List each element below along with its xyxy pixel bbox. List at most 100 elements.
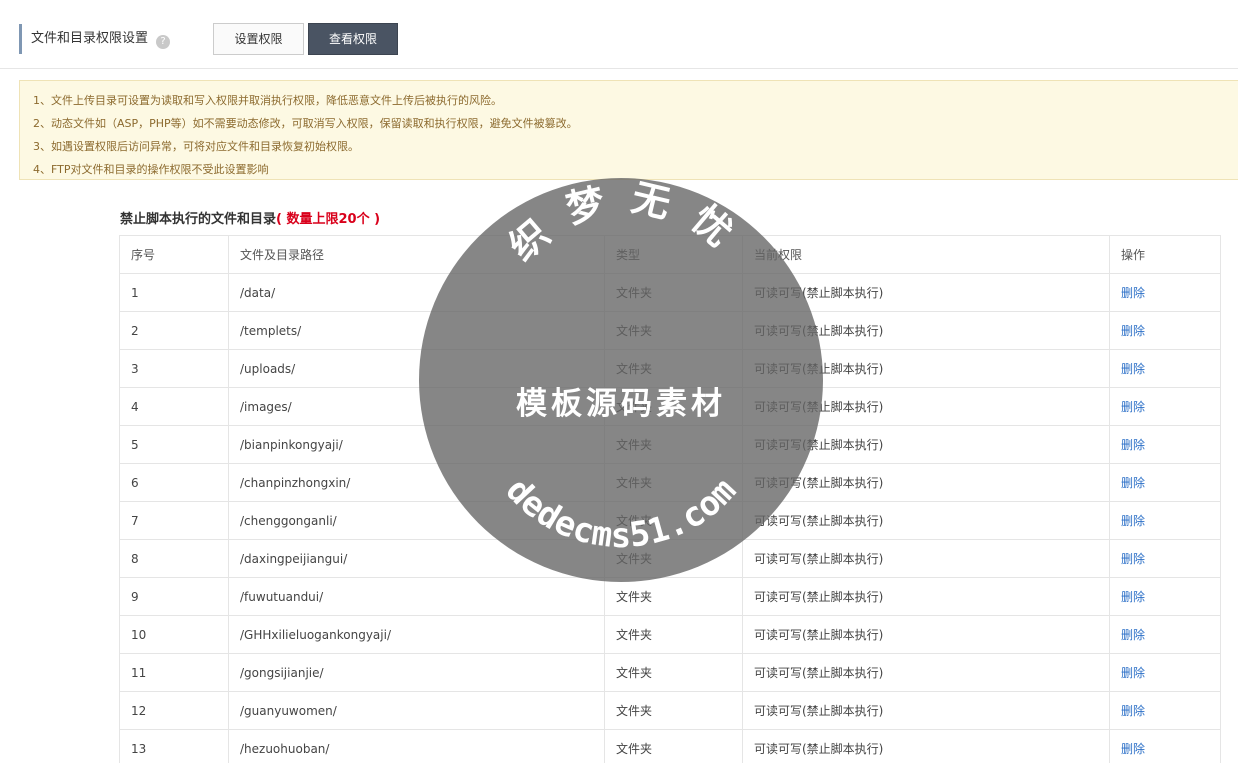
row-type: 文件夹 (616, 742, 653, 756)
row-type: 文件夹 (616, 514, 653, 528)
row-index: 8 (131, 551, 139, 566)
table-cell: 文件夹 (604, 615, 743, 654)
delete-link[interactable]: 删除 (1121, 400, 1145, 414)
row-path: /bianpinkongyaji/ (240, 437, 343, 452)
delete-link[interactable]: 删除 (1121, 362, 1145, 376)
row-permission: 可读可写(禁止脚本执行) (754, 514, 884, 528)
table-cell: 可读可写(禁止脚本执行) (742, 349, 1110, 388)
table-cell: 删除 (1109, 425, 1221, 464)
table-cell: /GHHxilieluogankongyaji/ (228, 615, 605, 654)
delete-link[interactable]: 删除 (1121, 514, 1145, 528)
set-permission-button[interactable]: 设置权限 (213, 23, 304, 55)
table-cell: 删除 (1109, 691, 1221, 730)
row-path: /chanpinzhongxin/ (240, 475, 351, 490)
limit-note: ( 数量上限20个 ) (276, 212, 381, 227)
delete-link[interactable]: 删除 (1121, 324, 1145, 338)
row-index: 2 (131, 323, 139, 338)
row-index: 7 (131, 513, 139, 528)
table-cell: 可读可写(禁止脚本执行) (742, 653, 1110, 692)
row-index: 10 (131, 627, 147, 642)
permission-table: 序号 文件及目录路径 类型 当前权限 操作 1/data/文件夹 可读可写(禁止脚… (119, 235, 1221, 763)
delete-link[interactable]: 删除 (1121, 438, 1145, 452)
table-cell: /templets/ (228, 311, 605, 350)
table-cell: /images/ (228, 387, 605, 426)
table-cell: 可读可写(禁止脚本执行) (742, 501, 1110, 540)
delete-link[interactable]: 删除 (1121, 590, 1145, 604)
delete-link[interactable]: 删除 (1121, 286, 1145, 300)
delete-link[interactable]: 删除 (1121, 742, 1145, 756)
row-path: /gongsijianjie/ (240, 665, 324, 680)
notice-line: 2、动态文件如（ASP，PHP等）如不需要动态修改，可取消写入权限，保留读取和执… (33, 117, 578, 130)
row-index: 12 (131, 703, 147, 718)
table-cell: 12 (119, 691, 229, 730)
table-row: 13/hezuohuoban/文件夹 可读可写(禁止脚本执行) 删除 (119, 729, 1221, 763)
row-path: /data/ (240, 285, 276, 300)
table-cell: 文件夹 (604, 349, 743, 388)
col-header-index: 序号 (119, 235, 229, 274)
row-index: 1 (131, 285, 139, 300)
row-type: 文件夹 (616, 286, 653, 300)
row-type: 文件夹 (616, 704, 653, 718)
table-cell: 文件夹 (604, 501, 743, 540)
help-icon[interactable]: ? (156, 35, 171, 49)
table-cell: 11 (119, 653, 229, 692)
section-title-text: 禁止脚本执行的文件和目录 (120, 212, 277, 227)
table-cell: 删除 (1109, 729, 1221, 763)
row-permission: 可读可写(禁止脚本执行) (754, 476, 884, 490)
col-header-permission: 当前权限 (742, 235, 1110, 274)
table-cell: 可读可写(禁止脚本执行) (742, 729, 1110, 763)
row-path: /templets/ (240, 323, 302, 338)
delete-link[interactable]: 删除 (1121, 628, 1145, 642)
table-body: 1/data/文件夹 可读可写(禁止脚本执行) 删除 2/templets/文件夹 可读… (119, 273, 1221, 763)
table-cell: /chanpinzhongxin/ (228, 463, 605, 502)
view-permission-button[interactable]: 查看权限 (308, 23, 398, 55)
table-cell: /gongsijianjie/ (228, 653, 605, 692)
table-cell: /fuwutuandui/ (228, 577, 605, 616)
row-index: 6 (131, 475, 139, 490)
table-row: 5/bianpinkongyaji/文件夹 可读可写(禁止脚本执行) 删除 (119, 425, 1221, 464)
table-header-row: 序号 文件及目录路径 类型 当前权限 操作 (119, 235, 1221, 274)
table-cell: 文件夹 (604, 577, 743, 616)
row-type: 文件夹 (616, 666, 653, 680)
delete-link[interactable]: 删除 (1121, 666, 1145, 680)
table-cell: 13 (119, 729, 229, 763)
table-cell: /guanyuwomen/ (228, 691, 605, 730)
delete-link[interactable]: 删除 (1121, 476, 1145, 490)
row-index: 4 (131, 399, 139, 414)
table-cell: 可读可写(禁止脚本执行) (742, 273, 1110, 312)
table-row: 3/uploads/文件夹 可读可写(禁止脚本执行) 删除 (119, 349, 1221, 388)
row-type: 文件夹 (616, 400, 653, 414)
table-cell: 10 (119, 615, 229, 654)
row-permission: 可读可写(禁止脚本执行) (754, 552, 884, 566)
table-cell: 可读可写(禁止脚本执行) (742, 615, 1110, 654)
table-cell: 4 (119, 387, 229, 426)
table-row: 6/chanpinzhongxin/文件夹 可读可写(禁止脚本执行) 删除 (119, 463, 1221, 502)
table-cell: 删除 (1109, 463, 1221, 502)
table-cell: /uploads/ (228, 349, 605, 388)
row-path: /fuwutuandui/ (240, 589, 324, 604)
table-cell: 可读可写(禁止脚本执行) (742, 539, 1110, 578)
col-header-action: 操作 (1109, 235, 1221, 274)
table-row: 10/GHHxilieluogankongyaji/文件夹 可读可写(禁止脚本执行… (119, 615, 1221, 654)
row-path: /GHHxilieluogankongyaji/ (240, 627, 391, 642)
page-header: 文件和目录权限设置? 设置权限 查看权限 (0, 0, 1238, 69)
row-index: 13 (131, 741, 147, 756)
table-cell: 5 (119, 425, 229, 464)
row-type: 文件夹 (616, 476, 653, 490)
table-cell: 可读可写(禁止脚本执行) (742, 463, 1110, 502)
table-cell: 删除 (1109, 273, 1221, 312)
row-type: 文件夹 (616, 552, 653, 566)
table-cell: 删除 (1109, 539, 1221, 578)
table-cell: 文件夹 (604, 691, 743, 730)
page-title: 文件和目录权限设置? (19, 24, 171, 54)
table-cell: 删除 (1109, 387, 1221, 426)
delete-link[interactable]: 删除 (1121, 552, 1145, 566)
row-type: 文件夹 (616, 324, 653, 338)
row-type: 文件夹 (616, 362, 653, 376)
delete-link[interactable]: 删除 (1121, 704, 1145, 718)
row-permission: 可读可写(禁止脚本执行) (754, 438, 884, 452)
table-cell: 6 (119, 463, 229, 502)
table-cell: /daxingpeijiangui/ (228, 539, 605, 578)
row-index: 3 (131, 361, 139, 376)
table-cell: 可读可写(禁止脚本执行) (742, 425, 1110, 464)
